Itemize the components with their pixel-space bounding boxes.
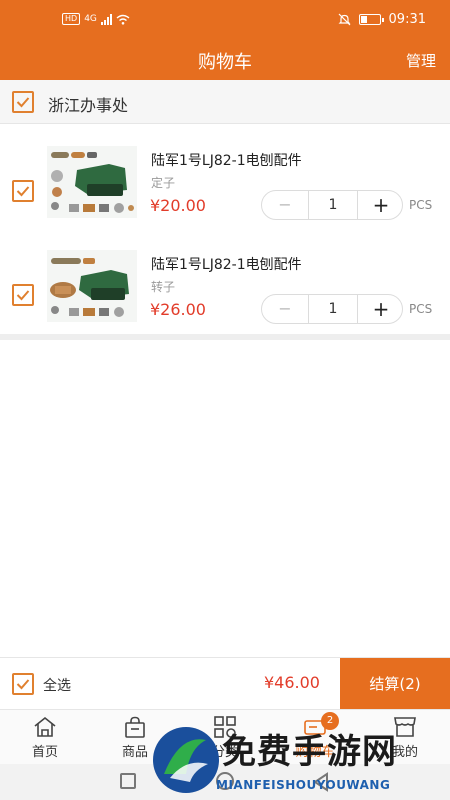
status-time: 09:31 <box>388 12 426 27</box>
mute-icon <box>338 13 350 26</box>
checkmark-icon <box>16 97 30 108</box>
signal-icon <box>100 13 112 25</box>
product-price: ¥26.00 <box>150 300 206 319</box>
network-type: 4G <box>84 14 97 24</box>
total-price: ¥46.00 <box>264 673 320 692</box>
checkout-bar: 全选 ¥46.00 结算(2) <box>0 657 450 710</box>
select-all-checkbox[interactable] <box>12 673 34 695</box>
item-checkbox[interactable] <box>12 284 34 306</box>
shop-checkbox[interactable] <box>12 91 34 113</box>
wifi-icon <box>116 14 130 25</box>
decrease-button[interactable]: − <box>262 191 308 219</box>
tab-label: 首页 <box>31 745 58 760</box>
cart-item: 陆军1号LJ82-1电刨配件 转子 ¥26.00 − 1 + PCS <box>0 244 450 348</box>
unit-label: PCS <box>409 302 433 316</box>
unit-label: PCS <box>409 198 433 212</box>
tab-home[interactable]: 首页 <box>0 710 90 765</box>
hd-badge: HD <box>62 13 81 25</box>
shop-name: 浙江办事处 <box>48 96 129 115</box>
app-header: HD 4G 09:31 购物车 管理 <box>0 0 450 80</box>
product-image[interactable] <box>47 146 137 218</box>
increase-button[interactable]: + <box>358 295 404 323</box>
increase-button[interactable]: + <box>358 191 404 219</box>
product-price: ¥20.00 <box>150 196 206 215</box>
planer-parts-image <box>47 250 137 322</box>
planer-parts-image <box>47 146 137 218</box>
recent-apps-button[interactable] <box>120 773 136 789</box>
checkmark-icon <box>16 679 30 690</box>
product-name: 陆军1号LJ82-1电刨配件 <box>151 153 302 169</box>
quantity-stepper: − 1 + <box>261 294 403 324</box>
watermark-text: 免费手游网 <box>222 732 397 772</box>
watermark: 免费手游网 MIANFEISHOUYOUWANG <box>150 722 450 800</box>
decrease-button[interactable]: − <box>262 295 308 323</box>
watermark-subtext: MIANFEISHOUYOUWANG <box>216 778 391 792</box>
section-divider <box>0 334 450 340</box>
checkmark-icon <box>16 186 30 197</box>
product-spec: 转子 <box>151 280 176 294</box>
select-all-label[interactable]: 全选 <box>43 675 71 695</box>
quantity-input[interactable]: 1 <box>308 191 358 219</box>
product-spec: 定子 <box>151 176 176 190</box>
cart-item: 陆军1号LJ82-1电刨配件 定子 ¥20.00 − 1 + PCS <box>0 140 450 244</box>
product-image[interactable] <box>47 250 137 322</box>
page-title: 购物车 <box>198 52 252 73</box>
item-checkbox[interactable] <box>12 180 34 202</box>
shop-row: 浙江办事处 <box>0 80 450 124</box>
product-name: 陆军1号LJ82-1电刨配件 <box>151 257 302 273</box>
status-bar: HD 4G 09:31 <box>0 0 450 40</box>
quantity-input[interactable]: 1 <box>308 295 358 323</box>
settle-button[interactable]: 结算(2) <box>340 658 450 710</box>
manage-button[interactable]: 管理 <box>406 50 436 71</box>
home-icon <box>34 716 56 737</box>
shopping-bag-icon <box>125 716 145 738</box>
watermark-logo <box>153 727 219 793</box>
checkmark-icon <box>16 290 30 301</box>
battery-icon <box>358 14 384 25</box>
quantity-stepper: − 1 + <box>261 190 403 220</box>
